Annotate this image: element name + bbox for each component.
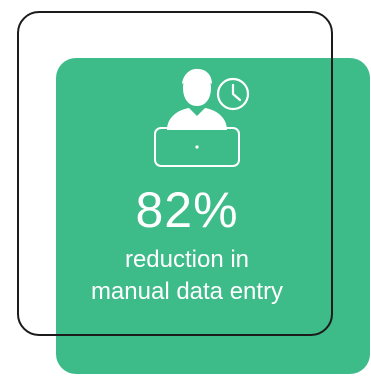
clock-icon: [216, 77, 250, 111]
stat-value: 82%: [135, 182, 239, 238]
stat-caption-line-2: manual data entry: [90, 278, 284, 305]
person-at-laptop-icon: [145, 64, 257, 170]
stat-caption-line-1: reduction in: [124, 246, 250, 273]
stat-caption: reduction in manual data entry: [56, 244, 318, 308]
